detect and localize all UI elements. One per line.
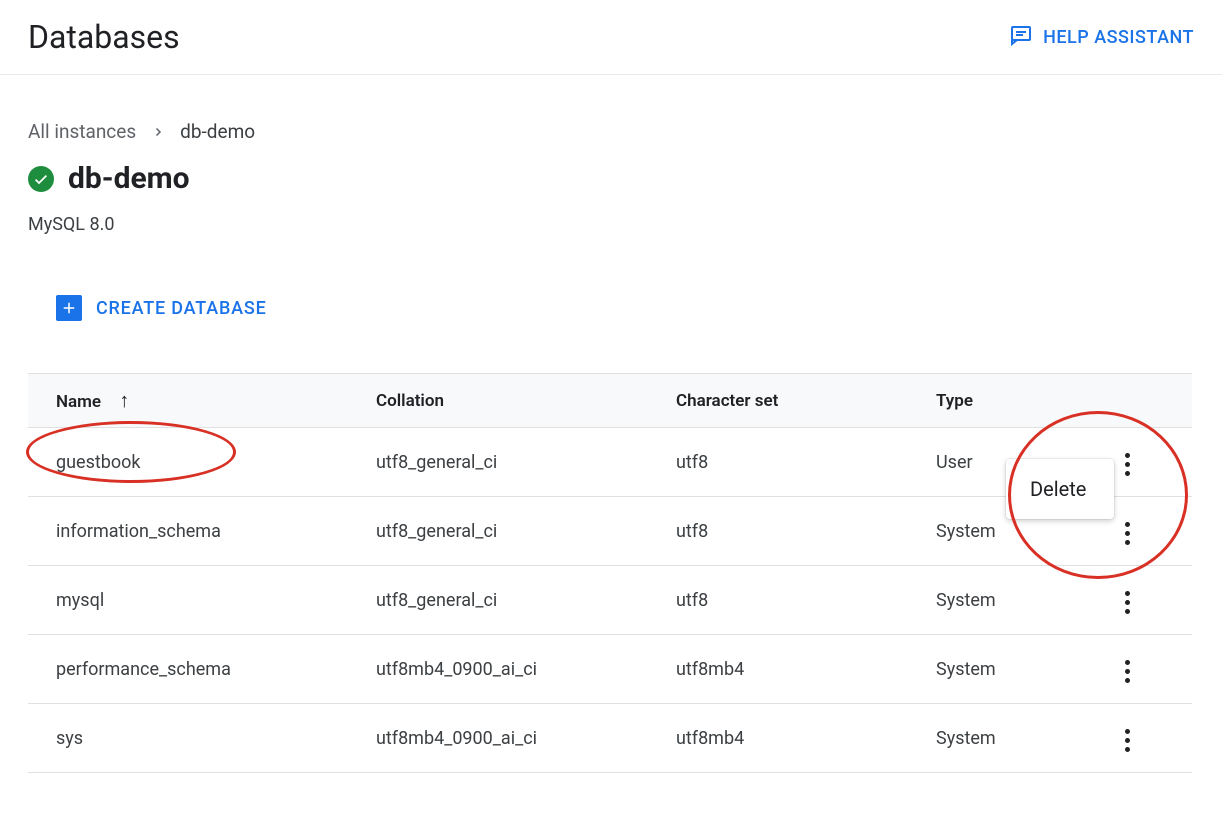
cell-charset: utf8 (648, 428, 908, 497)
row-actions-menu: Delete (1006, 459, 1114, 519)
database-version: MySQL 8.0 (28, 214, 1194, 235)
column-header-actions (1053, 374, 1192, 428)
cell-name: information_schema (28, 497, 348, 566)
cell-name: guestbook (28, 428, 348, 497)
cell-charset: utf8mb4 (648, 635, 908, 704)
column-header-collation[interactable]: Collation (348, 374, 648, 428)
breadcrumb-current: db-demo (180, 120, 255, 143)
kebab-menu-button[interactable] (1119, 654, 1136, 689)
table-row: sysutf8mb4_0900_ai_ciutf8mb4System (28, 704, 1192, 773)
table-row: mysqlutf8_general_ciutf8System (28, 566, 1192, 635)
chat-icon (1009, 23, 1033, 52)
cell-charset: utf8 (648, 497, 908, 566)
breadcrumb-root-link[interactable]: All instances (28, 120, 136, 143)
plus-icon (56, 295, 82, 321)
help-assistant-label: HELP ASSISTANT (1043, 27, 1194, 48)
cell-charset: utf8mb4 (648, 704, 908, 773)
kebab-menu-button[interactable] (1119, 447, 1136, 482)
cell-charset: utf8 (648, 566, 908, 635)
instance-name: db-demo (68, 161, 190, 196)
cell-collation: utf8_general_ci (348, 428, 648, 497)
cell-name: performance_schema (28, 635, 348, 704)
kebab-menu-button[interactable] (1119, 516, 1136, 551)
cell-collation: utf8_general_ci (348, 497, 648, 566)
arrow-up-icon: ↑ (119, 388, 129, 412)
cell-collation: utf8_general_ci (348, 566, 648, 635)
instance-header: db-demo (28, 161, 1194, 196)
help-assistant-button[interactable]: HELP ASSISTANT (1009, 23, 1194, 52)
cell-type: System (908, 704, 1053, 773)
cell-actions (1053, 566, 1192, 635)
cell-type: System (908, 635, 1053, 704)
menu-item-delete[interactable]: Delete (1006, 467, 1114, 511)
cell-actions (1053, 704, 1192, 773)
column-header-name[interactable]: Name ↑ (28, 374, 348, 428)
cell-collation: utf8mb4_0900_ai_ci (348, 635, 648, 704)
table-header-row: Name ↑ Collation Character set Type (28, 374, 1192, 428)
create-database-button[interactable]: CREATE DATABASE (56, 295, 267, 321)
top-bar: Databases HELP ASSISTANT (0, 0, 1222, 75)
cell-type: System (908, 566, 1053, 635)
databases-table: Name ↑ Collation Character set Type gues… (28, 373, 1192, 773)
page-title: Databases (28, 18, 180, 56)
column-header-charset[interactable]: Character set (648, 374, 908, 428)
cell-collation: utf8mb4_0900_ai_ci (348, 704, 648, 773)
main-content: All instances db-demo db-demo MySQL 8.0 … (0, 75, 1222, 773)
table-row: performance_schemautf8mb4_0900_ai_ciutf8… (28, 635, 1192, 704)
cell-actions (1053, 635, 1192, 704)
databases-table-wrap: Name ↑ Collation Character set Type gues… (28, 373, 1194, 773)
cell-name: mysql (28, 566, 348, 635)
status-ok-icon (28, 166, 54, 192)
breadcrumb: All instances db-demo (28, 119, 1194, 143)
create-database-label: CREATE DATABASE (96, 298, 267, 319)
column-header-type[interactable]: Type (908, 374, 1053, 428)
chevron-right-icon (152, 119, 164, 143)
kebab-menu-button[interactable] (1119, 723, 1136, 758)
kebab-menu-button[interactable] (1119, 585, 1136, 620)
cell-name: sys (28, 704, 348, 773)
